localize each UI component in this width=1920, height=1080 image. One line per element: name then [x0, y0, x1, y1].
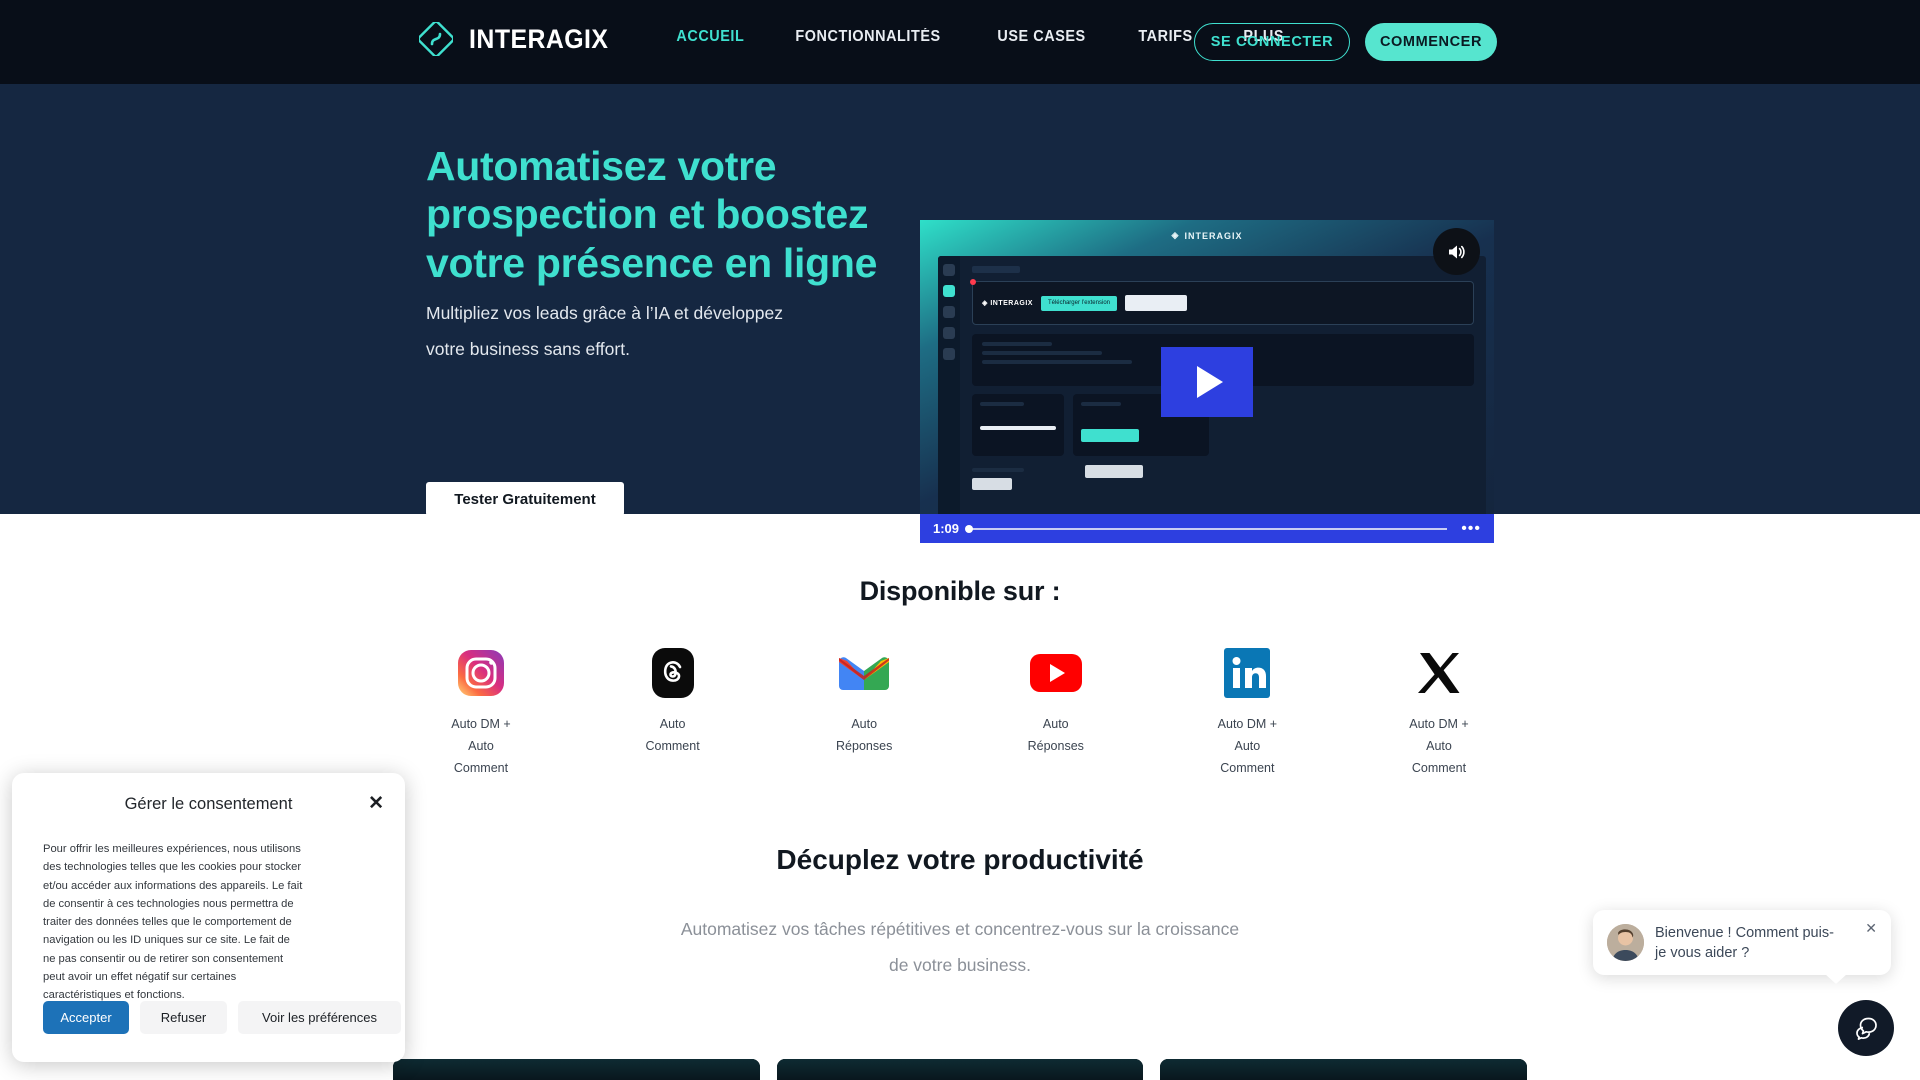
logout-button [972, 478, 1012, 490]
platform-linkedin[interactable]: Auto DM + Auto Comment [1186, 642, 1308, 780]
brand-name: INTERAGIX [469, 23, 609, 54]
cookie-consent-dialog: Gérer le consentement ✕ Pour offrir les … [12, 773, 405, 1062]
app-star-icon [943, 327, 955, 339]
platform-label: Auto DM + Auto Comment [1217, 717, 1278, 775]
close-icon[interactable]: ✕ [1865, 921, 1877, 935]
hero-subtitle: Multipliez vos leads grâce à l’IA et dév… [426, 303, 784, 359]
productivity-subtitle: Automatisez vos tâches répétitives et co… [680, 919, 1240, 975]
app-logo-icon [943, 264, 955, 276]
app-grid-icon [943, 306, 955, 318]
gmail-icon [833, 642, 895, 704]
cookie-actions: Accepter Refuser Voir les préférences [43, 1001, 401, 1034]
chat-launcher-button[interactable] [1838, 1000, 1894, 1056]
cookie-body-text: Pour offrir les meilleures expériences, … [43, 843, 303, 1001]
volume-on-icon [1448, 245, 1465, 258]
app-home-icon [943, 285, 955, 297]
brand-logo[interactable]: INTERAGIX [417, 20, 615, 58]
video-play-button[interactable] [1161, 346, 1253, 417]
placeholder-line [980, 402, 1024, 406]
chat-message: Bienvenue ! Comment puis-je vous aider ? [1655, 925, 1834, 961]
nav-link-use-cases[interactable]: USE CASES [976, 28, 1107, 46]
platform-x[interactable]: Auto DM + Auto Comment [1378, 642, 1500, 780]
get-started-button[interactable]: COMMENCER [1365, 23, 1497, 61]
placeholder-line [982, 360, 1132, 364]
video-progress-track[interactable] [965, 524, 1448, 533]
platform-label: Auto Réponses [836, 717, 893, 753]
platform-label: Auto DM + Auto Comment [1409, 717, 1469, 775]
threads-icon [642, 642, 704, 704]
platform-label: Auto Comment [645, 717, 700, 753]
card-top-glow [776, 1059, 1144, 1080]
video-controls: 1:09 ••• [920, 514, 1494, 543]
play-icon [1196, 365, 1223, 398]
showcase-card-gmail[interactable]: Gmail Rechercher dans les messages Masqu… [1160, 1059, 1528, 1080]
placeholder-line [982, 342, 1052, 346]
interagix-diamond-icon [417, 20, 455, 58]
cookie-accept-button[interactable]: Accepter [43, 1001, 129, 1034]
video-brand-label: INTERAGIX [1184, 230, 1243, 241]
platform-list: Auto DM + Auto Comment Auto Comment Auto… [420, 642, 1500, 780]
placeholder-line [972, 468, 1024, 472]
top-navbar: INTERAGIX ACCUEIL FONCTIONNALITÉS USE CA… [0, 0, 1920, 84]
app-settings-icon [943, 348, 955, 360]
platform-threads[interactable]: Auto Comment [612, 642, 734, 780]
notification-dot-icon [970, 279, 976, 285]
platform-label: Auto Réponses [1027, 717, 1084, 753]
x-twitter-icon [1408, 642, 1470, 704]
cookie-refuse-button[interactable]: Refuser [140, 1001, 227, 1034]
showcase-card-x[interactable]: Pour vous Abonnements @ CRAZY FR • Votre… [776, 1059, 1144, 1080]
chat-welcome-bubble: Bienvenue ! Comment puis-je vous aider ?… [1593, 910, 1891, 984]
video-app-heading [972, 266, 1020, 273]
youtube-icon [1025, 642, 1087, 704]
cookie-preferences-button[interactable]: Voir les préférences [238, 1001, 401, 1034]
showcase-card-linkedin[interactable]: TOP 200 DES AUTO-COMMENT [393, 1059, 760, 1080]
chat-bubble-icon [1856, 1017, 1877, 1040]
showcase-cards: TOP 200 DES AUTO-COMMENT Pour vous Abonn… [393, 1059, 1528, 1080]
platform-youtube[interactable]: Auto Réponses [995, 642, 1117, 780]
hero-section: Automatisez votre prospection et boostez… [0, 84, 1920, 543]
available-title: Disponible sur : [859, 576, 1061, 606]
video-sound-button[interactable] [1433, 228, 1480, 275]
hero-cta-button[interactable]: Tester Gratuitement [426, 482, 624, 516]
usage-progress-bar [980, 426, 1056, 430]
video-app-store-chip [1125, 295, 1187, 311]
video-time: 1:09 [933, 521, 960, 536]
agent-avatar [1607, 924, 1644, 961]
video-app-download-chip: Télécharger l’extension [1040, 295, 1117, 311]
video-app-extension-banner: ◈ INTERAGIX Télécharger l’extension [970, 279, 1474, 325]
placeholder-line [982, 351, 1102, 355]
nav-link-accueil[interactable]: ACCUEIL [655, 28, 766, 46]
nav-link-fonctionnalites[interactable]: FONCTIONNALITÉS [774, 28, 962, 46]
card-top-glow [393, 1059, 760, 1080]
video-app-usage-card [972, 394, 1064, 456]
video-progress-knob[interactable] [965, 524, 974, 533]
close-icon[interactable]: ✕ [368, 794, 384, 813]
platform-label: Auto DM + Auto Comment [451, 717, 511, 775]
placeholder-line [1081, 402, 1121, 406]
video-brand-overlay: ◈ INTERAGIX [920, 230, 1494, 241]
platform-gmail[interactable]: Auto Réponses [803, 642, 925, 780]
instagram-icon [450, 642, 512, 704]
landing-page: INTERAGIX ACCUEIL FONCTIONNALITÉS USE CA… [0, 0, 1920, 1080]
hero-video-player[interactable]: ◈ INTERAGIX ◈ INTERAGIX Télécharger l’ex… [920, 220, 1494, 543]
login-button[interactable]: SE CONNECTER [1194, 23, 1350, 61]
hero-title: Automatisez votre prospection et boostez… [426, 143, 878, 286]
change-plan-button [1081, 429, 1139, 442]
video-brand-diamond-icon: ◈ [1171, 230, 1180, 240]
video-app-banner-logo: ◈ INTERAGIX [982, 300, 1033, 307]
cancel-plan-button [1085, 465, 1143, 478]
video-app-sidebar [938, 256, 960, 521]
video-app-footer [972, 468, 1474, 490]
linkedin-icon [1216, 642, 1278, 704]
cookie-title: Gérer le consentement [124, 795, 293, 813]
platform-instagram[interactable]: Auto DM + Auto Comment [420, 642, 542, 780]
card-top-glow [1160, 1059, 1528, 1080]
